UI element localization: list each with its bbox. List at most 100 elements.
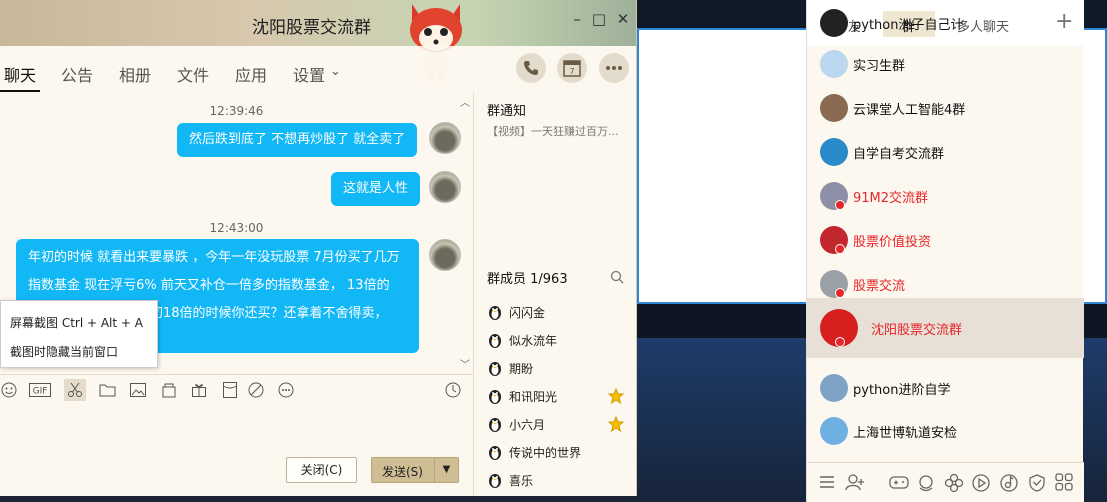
video-icon[interactable] <box>971 473 991 493</box>
image-icon[interactable] <box>127 379 149 401</box>
flower-icon[interactable] <box>944 473 964 493</box>
penguin-icon <box>489 362 501 376</box>
contacts-footer <box>807 462 1084 502</box>
phone-icon[interactable] <box>516 53 546 83</box>
member-item[interactable]: 期盼 <box>487 358 533 378</box>
gif-icon[interactable]: GIF <box>29 379 51 401</box>
member-item[interactable]: 闪闪金 <box>487 302 545 322</box>
block-icon[interactable] <box>245 379 267 401</box>
group-item[interactable]: 沈阳股票交流群 <box>807 298 1084 358</box>
maximize-icon[interactable]: □ <box>590 10 608 28</box>
member-name: 期盼 <box>509 361 534 376</box>
emoji-icon[interactable] <box>0 379 20 401</box>
penguin-icon <box>489 334 501 348</box>
penguin-icon <box>489 306 501 320</box>
chat-title: 沈阳股票交流群 <box>252 18 371 38</box>
chat-header: 沈阳股票交流群 – □ ✕ <box>0 0 636 46</box>
tab-chat[interactable]: 聊天 <box>4 62 36 86</box>
contacts-window: 好友 群 多人聊天 + python洲子自己计 实习生群 云课堂人工智能4群 自学自考… <box>806 0 1084 502</box>
tab-apps[interactable]: 应用 <box>235 62 267 86</box>
star-icon <box>608 416 624 432</box>
group-name: 上海世博轨道安检 <box>853 426 958 441</box>
message-timestamp: 12:39:46 <box>209 104 264 118</box>
avatar[interactable] <box>429 239 461 271</box>
group-avatar <box>820 417 848 445</box>
group-name: 实习生群 <box>853 59 906 74</box>
member-item[interactable]: 和讯阳光 <box>487 386 557 406</box>
menu-icon[interactable] <box>818 473 838 493</box>
avatar[interactable] <box>429 122 461 154</box>
add-friend-icon[interactable] <box>845 473 865 493</box>
group-avatar <box>820 50 848 78</box>
tab-album[interactable]: 相册 <box>119 62 151 86</box>
group-name: python进阶自学 <box>853 383 951 398</box>
member-item[interactable]: 似水流年 <box>487 330 557 350</box>
group-avatar <box>820 9 848 37</box>
close-icon[interactable]: ✕ <box>614 10 632 28</box>
group-item[interactable]: 91M2交流群 <box>807 174 1084 218</box>
gift-icon[interactable] <box>188 379 210 401</box>
minimize-icon[interactable]: – <box>568 10 586 28</box>
group-side-panel: 群通知 【视频】一天狂赚过百万... 群成员 1/963 闪闪金似水流年期盼和讯… <box>473 92 636 496</box>
more-icon[interactable] <box>599 53 629 83</box>
penguin-icon <box>489 474 501 488</box>
hide-window-menu-item[interactable]: 截图时隐藏当前窗口 <box>10 343 118 360</box>
star-icon <box>608 388 624 404</box>
member-name: 闪闪金 <box>509 305 546 320</box>
search-icon[interactable] <box>610 270 624 288</box>
group-item[interactable]: 实习生群 <box>807 42 1084 86</box>
group-chat-window: 沈阳股票交流群 – □ ✕ 聊天 公告 相册 文件 应用 设置 ⌄ 7 12:3… <box>0 0 637 496</box>
message-line: 指数基金 现在浮亏6% 前天又补仓一倍多的指数基金， 13倍的 <box>28 278 390 293</box>
members-title: 群成员 1/963 <box>487 272 568 287</box>
more-tools-icon[interactable] <box>275 379 297 401</box>
group-item[interactable]: python洲子自己计 <box>807 1 1084 45</box>
red-packet-icon[interactable] <box>219 379 241 401</box>
shield-icon[interactable] <box>1027 473 1047 493</box>
collapse-up-icon[interactable]: ︿ <box>460 94 470 109</box>
send-options-chevron-icon[interactable]: ▼ <box>434 458 458 482</box>
group-avatar <box>820 374 848 402</box>
notice-title: 群通知 <box>487 104 527 119</box>
group-item[interactable]: 自学自考交流群 <box>807 130 1084 174</box>
group-item[interactable]: 上海世博轨道安检 <box>807 409 1084 453</box>
group-item[interactable]: 股票价值投资 <box>807 218 1084 262</box>
penguin-icon <box>489 390 501 404</box>
send-button[interactable]: 发送(S) ▼ <box>371 457 459 483</box>
group-item[interactable]: 云课堂人工智能4群 <box>807 86 1084 130</box>
mute-badge-icon <box>835 288 845 298</box>
member-name: 小六月 <box>509 417 546 432</box>
tab-files[interactable]: 文件 <box>177 62 209 86</box>
message-bubble[interactable]: 这就是人性 <box>331 172 421 206</box>
member-item[interactable]: 传说中的世界 <box>487 442 581 462</box>
message-bubble[interactable]: 然后跌到底了 不想再炒股了 就全卖了 <box>177 123 418 157</box>
music-icon[interactable] <box>999 473 1019 493</box>
member-item[interactable]: 喜乐 <box>487 470 533 490</box>
folder-icon[interactable] <box>96 379 118 401</box>
apps-grid-icon[interactable] <box>1055 473 1075 493</box>
close-button[interactable]: 关闭(C) <box>286 457 357 483</box>
tab-announcement[interactable]: 公告 <box>61 62 93 86</box>
game-icon[interactable] <box>889 473 909 493</box>
calendar-icon[interactable]: 7 <box>557 53 587 83</box>
penguin-icon <box>489 418 501 432</box>
screenshot-menu: 屏幕截图 Ctrl + Alt + A 截图时隐藏当前窗口 <box>0 300 158 368</box>
chevron-down-icon[interactable]: ⌄ <box>330 64 341 79</box>
notice-content[interactable]: 【视频】一天狂赚过百万... <box>487 123 635 139</box>
group-name: 股票交流 <box>853 279 906 294</box>
avatar[interactable] <box>429 171 461 203</box>
screenshot-menu-item[interactable]: 屏幕截图 Ctrl + Alt + A <box>10 314 143 331</box>
history-clock-icon[interactable] <box>442 379 464 401</box>
group-avatar <box>820 138 848 166</box>
mute-badge-icon <box>835 337 845 347</box>
tab-settings[interactable]: 设置 <box>293 62 325 86</box>
group-item[interactable]: python进阶自学 <box>807 366 1084 410</box>
group-name: 股票价值投资 <box>853 235 932 250</box>
pet-icon[interactable] <box>916 473 936 493</box>
member-name: 似水流年 <box>509 333 558 348</box>
collapse-down-icon[interactable]: ﹀ <box>460 356 470 371</box>
message-line: 年初的时候 就看出来要暴跌 ，今年一年没玩股票 7月份买了几万 <box>28 250 400 265</box>
member-item[interactable]: 小六月 <box>487 414 545 434</box>
scissors-icon[interactable] <box>64 379 86 401</box>
shake-icon[interactable] <box>158 379 180 401</box>
member-name: 传说中的世界 <box>509 445 582 460</box>
